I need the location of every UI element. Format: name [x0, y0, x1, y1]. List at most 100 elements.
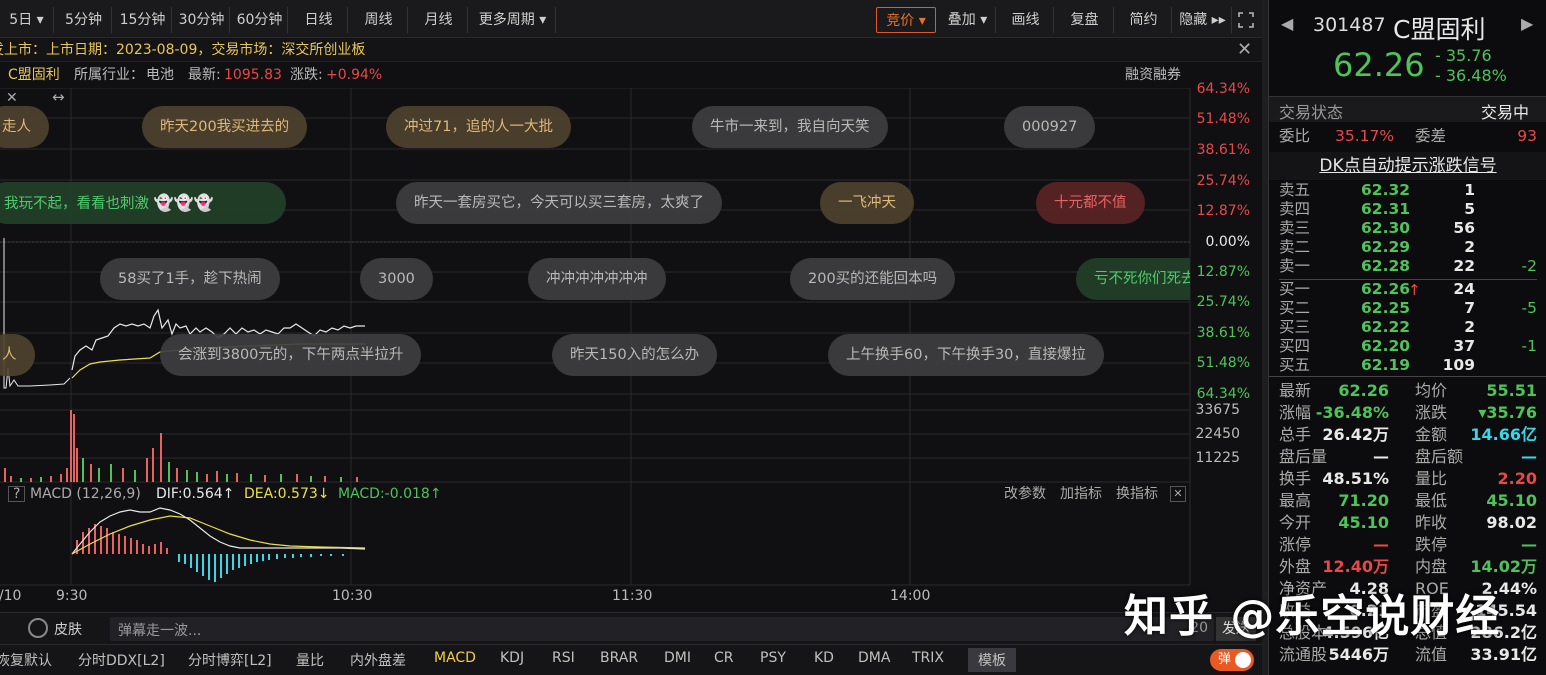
- danmaku-text: 我玩不起，看看也刺激: [4, 196, 149, 212]
- prev-stock-arrow-icon[interactable]: ◀: [1281, 14, 1293, 33]
- time-label-0930: 9:30: [56, 588, 88, 604]
- ask-row[interactable]: 卖二 62.29 2: [1279, 237, 1537, 258]
- skin-icon[interactable]: [28, 618, 48, 638]
- replay-button[interactable]: 复盘: [1056, 7, 1114, 33]
- tab-cr[interactable]: CR: [714, 650, 734, 666]
- auction-button[interactable]: 竞价 ▾: [876, 7, 936, 33]
- stat-value: 98.02: [1486, 513, 1537, 532]
- indicator-tabs: 恢复默认 分时DDX[L2] 分时博弈[L2] 量比 内外盘差 MACD KDJ…: [0, 644, 1262, 675]
- stat-value: 45.10: [1486, 491, 1537, 510]
- stat-label: 跌停: [1415, 535, 1448, 554]
- time-axis: 8/10 9:30 10:30 11:30 14:00: [0, 588, 1190, 608]
- stat-value: 62.26: [1338, 381, 1389, 400]
- ask-row[interactable]: 卖四 62.31 5: [1279, 199, 1537, 220]
- macd-add-indicator[interactable]: 加指标: [1060, 484, 1102, 504]
- ask-row[interactable]: 卖五 62.32 1: [1279, 180, 1537, 201]
- period-15min[interactable]: 15分钟: [114, 7, 172, 33]
- danmaku-bubble: 一飞冲天: [820, 182, 914, 224]
- ask-row[interactable]: 卖三 62.30 56: [1279, 218, 1537, 239]
- period-more[interactable]: 更多周期 ▾: [470, 7, 556, 33]
- bid-delta: -5: [1521, 299, 1537, 317]
- macd-switch-indicator[interactable]: 换指标: [1116, 484, 1158, 504]
- volume-axis-2: 22450: [1195, 426, 1240, 442]
- pct-axis-up-2: 51.48%: [1196, 111, 1250, 127]
- pct-axis-down-4: 51.48%: [1196, 355, 1250, 371]
- bid-label: 买三: [1279, 318, 1311, 336]
- danmaku-toggle[interactable]: 弹: [1210, 649, 1254, 671]
- tab-brar[interactable]: BRAR: [600, 650, 638, 666]
- intraday-chart[interactable]: 64.34% 51.48% 38.61% 25.74% 12.87% 0.00%…: [0, 81, 1250, 608]
- latest-value: 1095.83: [224, 67, 282, 83]
- stock-name: C盟固利: [1393, 15, 1486, 44]
- close-icon[interactable]: ✕: [1170, 486, 1186, 502]
- tab-game[interactable]: 分时博弈[L2]: [188, 650, 272, 670]
- stat-label: 最高: [1279, 491, 1312, 510]
- pct-axis-up-4: 25.74%: [1196, 173, 1250, 189]
- macd-title: MACD (12,26,9): [30, 486, 141, 502]
- pct-axis-up-5: 12.87%: [1196, 203, 1250, 219]
- stat-value: 26.42万: [1322, 425, 1389, 444]
- simple-button[interactable]: 简约: [1116, 7, 1172, 33]
- tab-dmi[interactable]: DMI: [664, 650, 691, 666]
- trade-status: 交易中: [1481, 103, 1530, 122]
- stat-label: 涨跌: [1415, 403, 1448, 422]
- danmaku-bubble: 昨天150入的怎么办: [552, 334, 718, 376]
- period-5day[interactable]: 5日 ▾: [0, 7, 54, 33]
- danmaku-input[interactable]: 弹幕走一波... 20: [110, 617, 1214, 641]
- tab-kdj[interactable]: KDJ: [500, 650, 524, 666]
- tab-reset-default[interactable]: 恢复默认: [0, 650, 52, 670]
- ask-price: 62.31: [1361, 200, 1411, 218]
- bid-row[interactable]: 买四 62.20 37 -1: [1279, 336, 1537, 357]
- margin-trading-link[interactable]: 融资融券: [1125, 63, 1181, 87]
- hide-button[interactable]: 隐藏 ▸▸: [1174, 7, 1232, 33]
- stats-row: 最高 71.20 最低 45.10: [1279, 490, 1537, 512]
- ask-row[interactable]: 卖一 62.28 22 -2: [1279, 256, 1537, 277]
- stat-label: 内盘: [1415, 557, 1448, 576]
- danmaku-bubble: 200买的还能回本吗: [790, 258, 956, 300]
- stat-label: 流值: [1415, 645, 1448, 664]
- close-icon[interactable]: ✕: [1237, 38, 1252, 62]
- period-5min[interactable]: 5分钟: [56, 7, 112, 33]
- bid-row[interactable]: 买二 62.25 7 -5: [1279, 298, 1537, 319]
- stat-label: 金额: [1415, 425, 1448, 444]
- danmaku-input-bar: 皮肤 弹幕走一波... 20 发送: [0, 612, 1262, 644]
- skin-button[interactable]: 皮肤: [54, 619, 82, 639]
- tab-kd[interactable]: KD: [814, 650, 834, 666]
- dk-signal-link[interactable]: DK点自动提示涨跌信号: [1269, 152, 1546, 180]
- draw-line-button[interactable]: 画线: [998, 7, 1054, 33]
- tab-template[interactable]: 模板: [968, 648, 1016, 672]
- stat-value: 14.02万: [1470, 557, 1537, 576]
- period-daily[interactable]: 日线: [290, 7, 348, 33]
- stats-row: 今开 45.10 昨收 98.02: [1279, 512, 1537, 534]
- tab-psy[interactable]: PSY: [760, 650, 786, 666]
- period-monthly[interactable]: 月线: [410, 7, 468, 33]
- ask-price: 62.30: [1361, 219, 1411, 237]
- tab-rsi[interactable]: RSI: [552, 650, 575, 666]
- period-weekly[interactable]: 周线: [350, 7, 408, 33]
- tab-inner-outer[interactable]: 内外盘差: [350, 650, 406, 670]
- tab-ddx[interactable]: 分时DDX[L2]: [78, 650, 165, 670]
- bid-row[interactable]: 买五 62.19 109: [1279, 355, 1537, 376]
- tab-volume-ratio[interactable]: 量比: [296, 650, 324, 670]
- danmaku-bubble: 58买了1手，趁下热闹: [100, 258, 280, 300]
- period-60min[interactable]: 60分钟: [232, 7, 288, 33]
- tab-macd[interactable]: MACD: [434, 650, 476, 666]
- chart-panel: 5日 ▾ 5分钟 15分钟 30分钟 60分钟 日线 周线 月线 更多周期 ▾ …: [0, 0, 1262, 675]
- macd-help-button[interactable]: ?: [8, 486, 26, 502]
- quote-panel: ◀ 301487 C盟固利 ▶ 62.26 - 35.76 - 36.48% 交…: [1268, 0, 1546, 675]
- order-ratio-row: 委比 35.17% 委差 93: [1279, 127, 1537, 145]
- next-stock-arrow-icon[interactable]: ▶: [1521, 14, 1533, 33]
- macd-edit-params[interactable]: 改参数: [1004, 484, 1046, 504]
- overlay-button[interactable]: 叠加 ▾: [940, 7, 996, 33]
- close-icon[interactable]: ✕: [6, 90, 18, 106]
- resize-arrows-icon[interactable]: ↔: [52, 88, 65, 106]
- macd-dea: DEA:0.573↓: [244, 486, 330, 502]
- fullscreen-icon[interactable]: [1234, 7, 1258, 33]
- bid-row[interactable]: 买三 62.22 2: [1279, 317, 1537, 338]
- period-30min[interactable]: 30分钟: [174, 7, 230, 33]
- tab-trix[interactable]: TRIX: [912, 650, 944, 666]
- tab-dma[interactable]: DMA: [858, 650, 890, 666]
- ask-volume: 2: [1464, 238, 1475, 256]
- time-label-1130: 11:30: [612, 588, 653, 604]
- order-ratio: 35.17%: [1335, 127, 1395, 145]
